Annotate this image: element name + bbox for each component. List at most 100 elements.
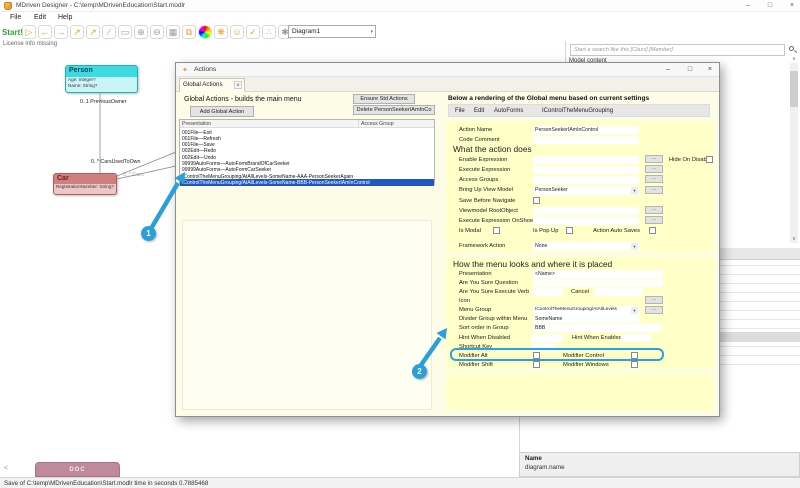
zoom-out-icon[interactable]: ⊖ [150, 25, 164, 39]
hint-when-enabled-input[interactable] [621, 334, 651, 342]
dialog-maximize-button[interactable]: □ [680, 64, 700, 76]
rendered-menu-edit[interactable]: Edit [474, 108, 484, 114]
menu-group-combo[interactable]: IControlTheMenuGrouping/AtAllLevels ▾ [533, 306, 639, 315]
model-search-input[interactable] [570, 44, 785, 56]
property-name-label: Name [525, 455, 794, 462]
modifier-shift-checkbox[interactable] [533, 361, 540, 368]
enable-expression-ellipsis-button[interactable]: ... [645, 155, 663, 163]
share-nodes-icon[interactable]: ∴ [262, 25, 276, 39]
tab-scroll-left-icon[interactable]: < [4, 465, 8, 472]
action-name-input[interactable]: PersonSeekerIAmInControl [533, 126, 639, 134]
column-access-group[interactable]: Access Group [358, 120, 434, 128]
viewmodel-rootobject-ellipsis-button[interactable]: ... [645, 206, 663, 214]
zoom-in-icon[interactable]: ⊕ [134, 25, 148, 39]
user-icon[interactable]: ☺ [230, 25, 244, 39]
color-wheel-icon[interactable] [198, 25, 212, 39]
is-modal-checkbox[interactable] [493, 227, 500, 234]
rendered-menu-file[interactable]: File [455, 108, 465, 114]
viewmodel-screen-icon[interactable]: ▭ [118, 25, 132, 39]
main-menubar: File Edit Help [0, 12, 800, 24]
icon-ellipsis-button[interactable]: ... [645, 296, 663, 304]
are-you-sure-execute-verb-input[interactable] [533, 288, 563, 296]
scrollbar-thumb[interactable] [790, 71, 798, 107]
action-auto-saves-checkbox[interactable] [649, 227, 656, 234]
minimize-button[interactable]: – [738, 0, 758, 11]
assoc-label-carsusedtoown: 0..* CarsUsedToOwn [91, 159, 140, 165]
settings-gears-icon[interactable]: ❋ [214, 25, 228, 39]
scroll-up-icon[interactable]: ∧ [790, 55, 798, 63]
play-icon[interactable]: ▷ [22, 25, 36, 39]
menu-help[interactable]: Help [58, 14, 72, 21]
bring-up-view-model-ellipsis-button[interactable]: ... [645, 186, 663, 194]
action-auto-saves-label: Action Auto Saves [593, 228, 640, 234]
back-arrow-icon[interactable]: ← [38, 25, 52, 39]
divider-group-input[interactable]: SomeName [533, 315, 639, 323]
copy-diagram-icon[interactable]: ⧉ [182, 25, 196, 39]
close-button[interactable]: × [782, 0, 800, 11]
bring-up-view-model-combo[interactable]: PersonSeeker ▾ [533, 186, 639, 195]
pointer-arrow-icon[interactable]: ↗ [70, 25, 84, 39]
sort-order-input[interactable]: BBB [533, 324, 661, 332]
hint-when-disabled-input[interactable] [531, 334, 563, 342]
rendered-menu-autoforms[interactable]: AutoForms [494, 108, 523, 114]
dialog-tabstrip: Global Actions × [176, 77, 719, 92]
save-before-navigate-checkbox[interactable] [533, 197, 540, 204]
execute-expression-ellipsis-button[interactable]: ... [645, 165, 663, 173]
diagram-selector[interactable]: Diagram1 ▾ [288, 25, 376, 38]
assoc-label-cars: 0..* Cars [123, 172, 144, 178]
rendered-menu-icontrolthemenugrouping[interactable]: IControlTheMenuGrouping [542, 108, 613, 114]
car-attribute-registrationnumber: RegistrationNumber: String? [54, 184, 116, 190]
mdriven-designer-window: MDriven Designer - C:\temp\MDrivenEducat… [0, 0, 800, 488]
save-before-navigate-label: Save Before Navigate [459, 198, 515, 204]
class-car[interactable]: Car RegistrationNumber: String? [53, 173, 117, 195]
model-tree-scrollbar[interactable]: ∧ ∨ [790, 63, 798, 243]
access-groups-input[interactable] [533, 176, 639, 184]
dialog-close-button[interactable]: × [700, 64, 720, 76]
modifier-windows-checkbox[interactable] [631, 361, 638, 368]
hide-on-disable-checkbox[interactable] [706, 156, 713, 163]
action-list-item-selected[interactable]: IControlTheMenuGrouping/AtAllLevels-Some… [180, 179, 434, 185]
menu-group-ellipsis-button[interactable]: ... [645, 306, 663, 314]
chevron-down-icon: ▾ [370, 29, 373, 35]
start-button[interactable]: Start! [2, 28, 23, 37]
cancel-verb-input[interactable] [595, 288, 643, 296]
viewmodel-rootobject-input[interactable] [533, 207, 639, 215]
menu-group-label: Menu Group [459, 307, 491, 313]
are-you-sure-execute-verb-label: Are You Sure Execute Verb [459, 289, 529, 295]
access-groups-ellipsis-button[interactable]: ... [645, 175, 663, 183]
viewmodel-rootobject-label: Viewmodel RootObject [459, 208, 518, 214]
framework-action-combo[interactable]: None ▾ [533, 242, 639, 251]
add-global-action-button[interactable]: Add Global Action [190, 106, 254, 117]
dialog-minimize-button[interactable]: – [658, 64, 678, 76]
icon-label: Icon [459, 298, 470, 304]
menu-file[interactable]: File [10, 14, 21, 21]
code-comment-input[interactable] [533, 136, 639, 144]
is-popup-checkbox[interactable] [566, 227, 573, 234]
execute-expression-onshow-ellipsis-button[interactable]: ... [645, 216, 663, 224]
draw-line-icon[interactable]: ∕ [102, 25, 116, 39]
scroll-down-icon[interactable]: ∨ [790, 235, 798, 243]
menu-edit[interactable]: Edit [34, 14, 46, 21]
tab-global-actions[interactable]: Global Actions × [179, 78, 245, 92]
ensure-std-actions-button[interactable]: Ensure Std Actions [353, 94, 415, 104]
execute-expression-input[interactable] [533, 166, 639, 174]
dialog-titlebar[interactable]: ✦ Actions – □ × [176, 63, 719, 77]
grid-icon[interactable]: ▦ [166, 25, 180, 39]
check-icon[interactable]: ✓ [246, 25, 260, 39]
class-person[interactable]: Person Age: Integer? Name: String? [65, 65, 138, 93]
tab-close-icon[interactable]: × [234, 81, 242, 89]
presentation-input[interactable]: <Name> [533, 270, 663, 278]
column-presentation[interactable]: Presentation [180, 120, 358, 128]
pointer-arrow-line-icon[interactable]: ↗ [86, 25, 100, 39]
enable-expression-label: Enable Expression [459, 157, 507, 163]
execute-expression-onshow-input[interactable] [533, 217, 639, 225]
delete-action-button[interactable]: Delete PersonSeekerIAmInCo [353, 105, 435, 115]
is-modal-label: Is Modal [459, 228, 481, 234]
modifier-shift-label: Modifier Shift [459, 362, 493, 368]
forward-arrow-icon[interactable]: → [54, 25, 68, 39]
maximize-button[interactable]: □ [760, 0, 780, 11]
tab-doc[interactable]: DOC [35, 462, 120, 477]
are-you-sure-question-label: Are You Sure Question [459, 280, 518, 286]
are-you-sure-question-input[interactable] [533, 279, 663, 287]
enable-expression-input[interactable] [533, 156, 639, 164]
